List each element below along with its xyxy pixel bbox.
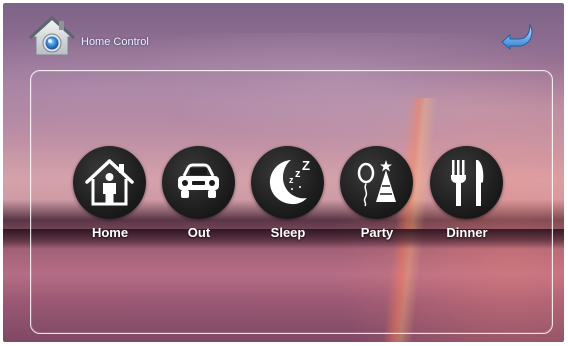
mode-label: Home xyxy=(91,225,129,240)
mode-label: Sleep xyxy=(270,225,306,240)
page-title: Home Control xyxy=(81,36,149,48)
svg-text:z: z xyxy=(295,168,301,180)
house-person-icon xyxy=(85,159,134,206)
home-button[interactable] xyxy=(28,15,76,59)
svg-text:z: z xyxy=(289,175,294,185)
car-icon xyxy=(178,163,219,198)
mode-button-party[interactable]: Party xyxy=(339,146,415,246)
mode-button-circle xyxy=(340,146,413,219)
mode-button-dinner[interactable]: Dinner xyxy=(429,146,505,246)
mode-button-circle xyxy=(162,146,235,219)
mode-label: Dinner xyxy=(446,225,488,240)
house-home-icon xyxy=(28,16,76,56)
svg-text:Z: Z xyxy=(302,158,310,173)
mode-button-sleep[interactable]: z z Z Sleep xyxy=(250,146,326,246)
return-arrow-icon xyxy=(501,23,533,51)
moon-zzz-icon: z z Z xyxy=(269,158,310,205)
fork-knife-icon xyxy=(451,160,484,206)
mode-label: Party xyxy=(360,225,394,240)
mode-label: Out xyxy=(187,225,211,240)
back-button[interactable] xyxy=(500,22,536,51)
mode-button-out[interactable]: Out xyxy=(161,146,237,246)
mode-button-circle xyxy=(430,146,503,219)
balloon-party-hat-icon xyxy=(357,160,396,207)
mode-button-home[interactable]: Home xyxy=(72,146,148,246)
mode-button-circle: z z Z xyxy=(251,146,324,219)
mode-button-circle xyxy=(73,146,146,219)
